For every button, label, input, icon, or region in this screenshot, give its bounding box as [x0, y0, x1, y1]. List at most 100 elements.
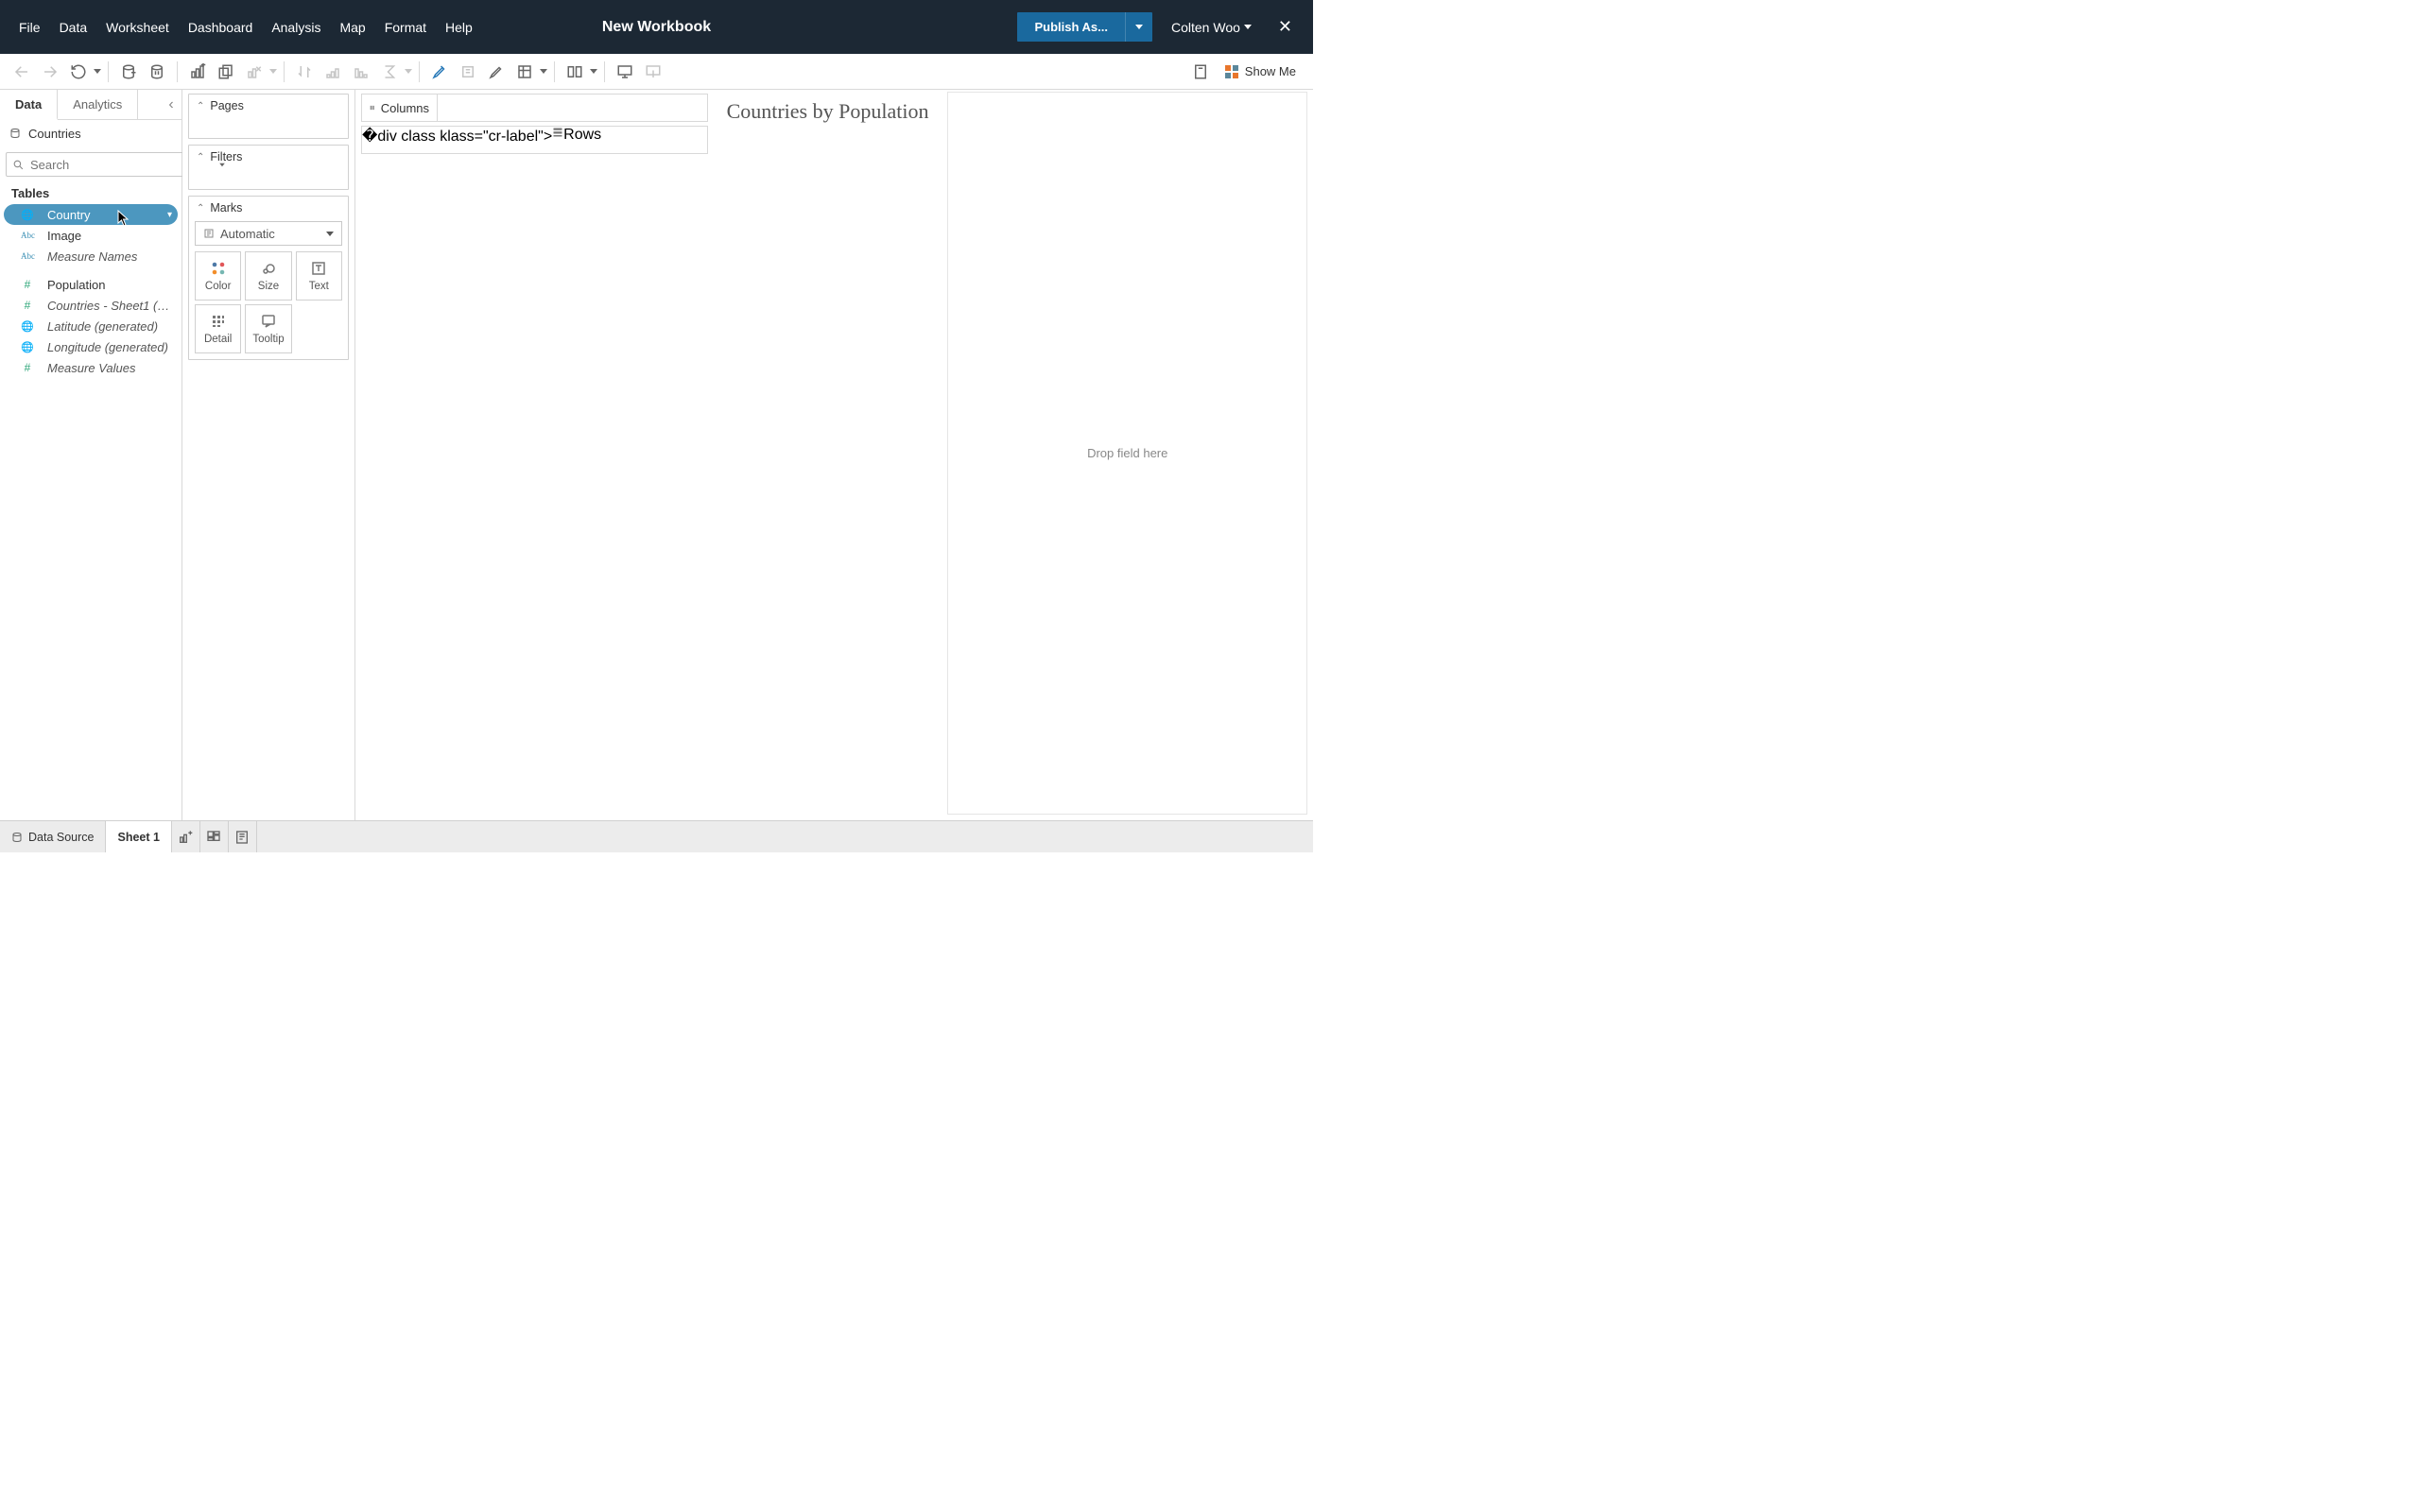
chevron-left-icon: ‹	[168, 96, 173, 113]
app-header: File Data Worksheet Dashboard Analysis M…	[0, 0, 1313, 54]
columns-shelf[interactable]: Columns	[361, 94, 708, 122]
field-measure-names[interactable]: Abc Measure Names	[4, 246, 178, 266]
menu-analysis[interactable]: Analysis	[262, 20, 330, 35]
field-label: Population	[47, 278, 105, 292]
tab-datasource[interactable]: Data Source	[0, 821, 106, 852]
show-me-button[interactable]: Show Me	[1220, 64, 1300, 79]
collapse-sidebar-button[interactable]: ‹	[161, 90, 182, 119]
shelf-label: Filters	[210, 150, 242, 163]
columns-icon	[370, 102, 375, 113]
show-cards-dropdown[interactable]	[589, 69, 598, 74]
datasource-icon	[9, 128, 21, 139]
data-guide-button[interactable]	[1186, 59, 1215, 85]
field-population[interactable]: # Population	[4, 274, 178, 295]
menu-data[interactable]: Data	[50, 20, 97, 35]
field-countries-count[interactable]: # Countries - Sheet1 (3).c...	[4, 295, 178, 316]
new-worksheet-tab-button[interactable]	[172, 821, 200, 852]
format-button[interactable]	[482, 59, 510, 85]
datasource-name: Countries	[28, 127, 81, 141]
mark-detail-button[interactable]: Detail	[195, 304, 241, 353]
sort-desc-button[interactable]	[347, 59, 375, 85]
field-list: 🌐 Country ▾ Abc Image Abc Measure Names …	[0, 202, 182, 382]
collapse-icon: ⌃	[197, 152, 204, 163]
show-me-icon	[1224, 64, 1239, 79]
filters-shelf[interactable]: ⌃ Filters	[188, 145, 349, 190]
search-input[interactable]	[30, 158, 197, 172]
new-dashboard-tab-button[interactable]	[200, 821, 229, 852]
fit-dropdown[interactable]	[539, 69, 548, 74]
pages-shelf[interactable]: ⌃Pages	[188, 94, 349, 139]
menu-worksheet[interactable]: Worksheet	[96, 20, 179, 35]
close-button[interactable]: ✕	[1270, 17, 1300, 37]
columns-label: Columns	[381, 101, 429, 115]
menu-map[interactable]: Map	[330, 20, 374, 35]
pause-updates-button[interactable]	[143, 59, 171, 85]
caret-down-icon	[219, 163, 225, 166]
mark-label: Text	[309, 281, 329, 292]
totals-dropdown[interactable]	[404, 69, 413, 74]
new-datasource-button[interactable]	[114, 59, 143, 85]
mark-size-button[interactable]: Size	[245, 251, 291, 301]
mark-text-button[interactable]: Text	[296, 251, 342, 301]
totals-button[interactable]	[375, 59, 404, 85]
revert-button[interactable]	[64, 59, 93, 85]
publish-dropdown[interactable]	[1125, 12, 1152, 42]
field-longitude[interactable]: 🌐 Longitude (generated)	[4, 336, 178, 357]
size-icon	[261, 260, 276, 277]
share-button[interactable]	[639, 59, 667, 85]
menu-bar: File Data Worksheet Dashboard Analysis M…	[0, 0, 482, 54]
search-field-wrapper[interactable]	[6, 152, 203, 177]
tables-heading: Tables	[0, 182, 182, 202]
fit-button[interactable]	[510, 59, 539, 85]
tab-sheet-1[interactable]: Sheet 1	[106, 821, 171, 852]
show-cards-button[interactable]	[561, 59, 589, 85]
duplicate-sheet-button[interactable]	[212, 59, 240, 85]
hash-icon: #	[21, 278, 34, 291]
hash-icon: #	[21, 299, 34, 312]
field-image[interactable]: Abc Image	[4, 225, 178, 246]
datasource-item[interactable]: Countries	[0, 120, 182, 146]
new-story-tab-button[interactable]	[229, 821, 257, 852]
canvas: Columns �div class klass="cr-label">Rows	[355, 90, 714, 820]
auto-mark-icon	[203, 228, 215, 239]
highlight-button[interactable]	[425, 59, 454, 85]
show-me-label: Show Me	[1245, 64, 1296, 78]
field-country[interactable]: 🌐 Country ▾	[4, 204, 178, 225]
caret-down-icon	[1135, 25, 1143, 29]
mark-label: Tooltip	[252, 334, 284, 345]
clear-dropdown[interactable]	[268, 69, 278, 74]
user-name: Colten Woo	[1171, 20, 1240, 35]
revert-dropdown[interactable]	[93, 69, 102, 74]
menu-dashboard[interactable]: Dashboard	[179, 20, 263, 35]
viz-drop-area[interactable]: Drop field here	[947, 92, 1307, 815]
sort-asc-button[interactable]	[319, 59, 347, 85]
labels-button[interactable]	[454, 59, 482, 85]
user-menu[interactable]: Colten Woo	[1162, 20, 1261, 35]
swap-button[interactable]	[290, 59, 319, 85]
marks-type-select[interactable]: Automatic	[195, 221, 342, 246]
rows-shelf[interactable]: �div class klass="cr-label">Rows	[361, 126, 708, 154]
undo-button[interactable]	[8, 59, 36, 85]
field-latitude[interactable]: 🌐 Latitude (generated)	[4, 316, 178, 336]
color-icon	[211, 260, 226, 277]
menu-format[interactable]: Format	[375, 20, 436, 35]
hash-icon: #	[21, 361, 34, 374]
globe-icon: 🌐	[21, 341, 34, 353]
field-dropdown-icon[interactable]: ▾	[167, 210, 172, 220]
caret-down-icon	[1244, 25, 1252, 29]
tooltip-icon	[261, 313, 276, 330]
new-worksheet-button[interactable]	[183, 59, 212, 85]
menu-file[interactable]: File	[9, 20, 50, 35]
publish-button[interactable]: Publish As...	[1017, 12, 1125, 42]
clear-sheet-button[interactable]	[240, 59, 268, 85]
presentation-button[interactable]	[611, 59, 639, 85]
tab-analytics[interactable]: Analytics	[58, 90, 138, 119]
shelves-column: ⌃Pages ⌃Filters ⌃Marks Automatic Color S…	[182, 90, 355, 820]
menu-help[interactable]: Help	[436, 20, 482, 35]
sheet-title[interactable]: Countries by Population	[714, 90, 942, 820]
redo-button[interactable]	[36, 59, 64, 85]
mark-tooltip-button[interactable]: Tooltip	[245, 304, 291, 353]
tab-data[interactable]: Data	[0, 90, 58, 120]
field-measure-values[interactable]: # Measure Values	[4, 357, 178, 378]
mark-color-button[interactable]: Color	[195, 251, 241, 301]
